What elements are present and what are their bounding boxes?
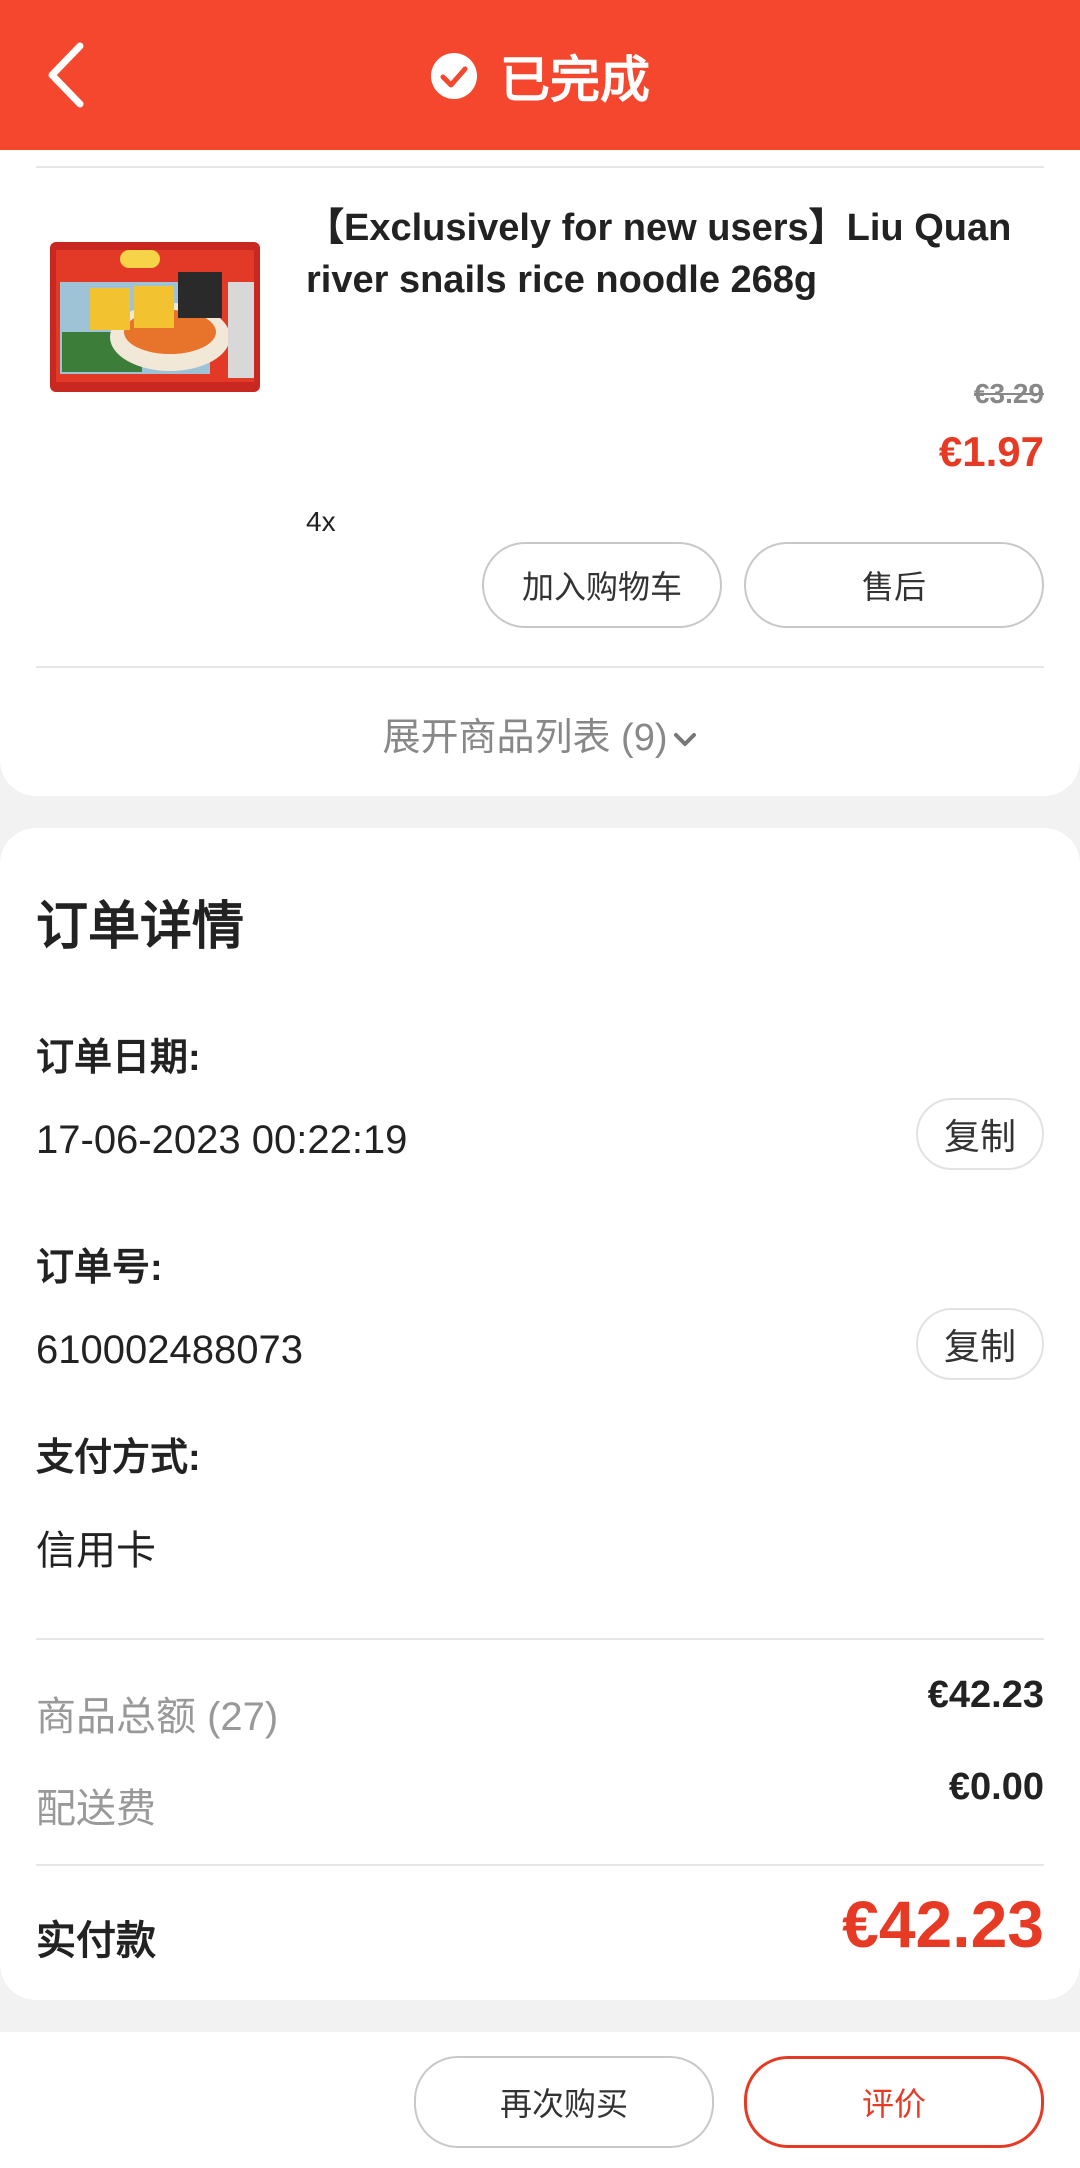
order-date-value: 17-06-2023 00:22:19 <box>36 1118 408 1162</box>
add-to-cart-button[interactable]: 加入购物车 <box>482 542 722 628</box>
copy-number-button[interactable]: 复制 <box>916 1308 1044 1380</box>
shipping-value: €0.00 <box>948 1766 1044 1808</box>
expand-label: 展开商品列表 (9) <box>382 717 668 759</box>
bottom-action-bar: 再次购买 评价 <box>0 2032 1080 2168</box>
product-card: 【Exclusively for new users】Liu Quan rive… <box>0 150 1080 796</box>
order-details-card: 订单详情 订单日期: 17-06-2023 00:22:19 复制 订单号: 6… <box>0 828 1080 2000</box>
page-title: 已完成 <box>500 52 650 108</box>
product-thumbnail[interactable] <box>50 242 260 392</box>
expand-product-list[interactable]: 展开商品列表 (9) <box>0 706 1080 761</box>
original-price: €3.29 <box>973 378 1044 409</box>
order-number-value: 610002488073 <box>36 1328 303 1372</box>
subtotal-value: €42.23 <box>927 1674 1044 1716</box>
shipping-label: 配送费 <box>36 1787 156 1831</box>
product-quantity: 4x <box>306 506 336 537</box>
top-header: 已完成 <box>0 0 1080 150</box>
subtotal-label: 商品总额 (27) <box>36 1695 279 1739</box>
product-price: €1.97 <box>938 428 1044 475</box>
after-sales-button[interactable]: 售后 <box>744 542 1044 628</box>
check-circle-icon <box>431 53 477 99</box>
divider <box>36 166 1044 168</box>
order-date-label: 订单日期: <box>36 1037 201 1079</box>
copy-date-button[interactable]: 复制 <box>916 1098 1044 1170</box>
payment-method-label: 支付方式: <box>36 1437 201 1479</box>
divider <box>36 1864 1044 1866</box>
noodle-package-image <box>50 242 260 392</box>
buy-again-button[interactable]: 再次购买 <box>414 2056 714 2148</box>
order-number-label: 订单号: <box>36 1247 163 1289</box>
total-value: €42.23 <box>842 1887 1044 1961</box>
divider <box>36 1638 1044 1640</box>
total-label: 实付款 <box>36 1919 156 1963</box>
chevron-down-icon <box>673 732 696 746</box>
divider <box>36 666 1044 668</box>
review-button[interactable]: 评价 <box>744 2056 1044 2148</box>
section-title: 订单详情 <box>36 898 245 956</box>
product-name[interactable]: 【Exclusively for new users】Liu Quan rive… <box>306 202 1046 306</box>
payment-method-value: 信用卡 <box>36 1529 156 1573</box>
